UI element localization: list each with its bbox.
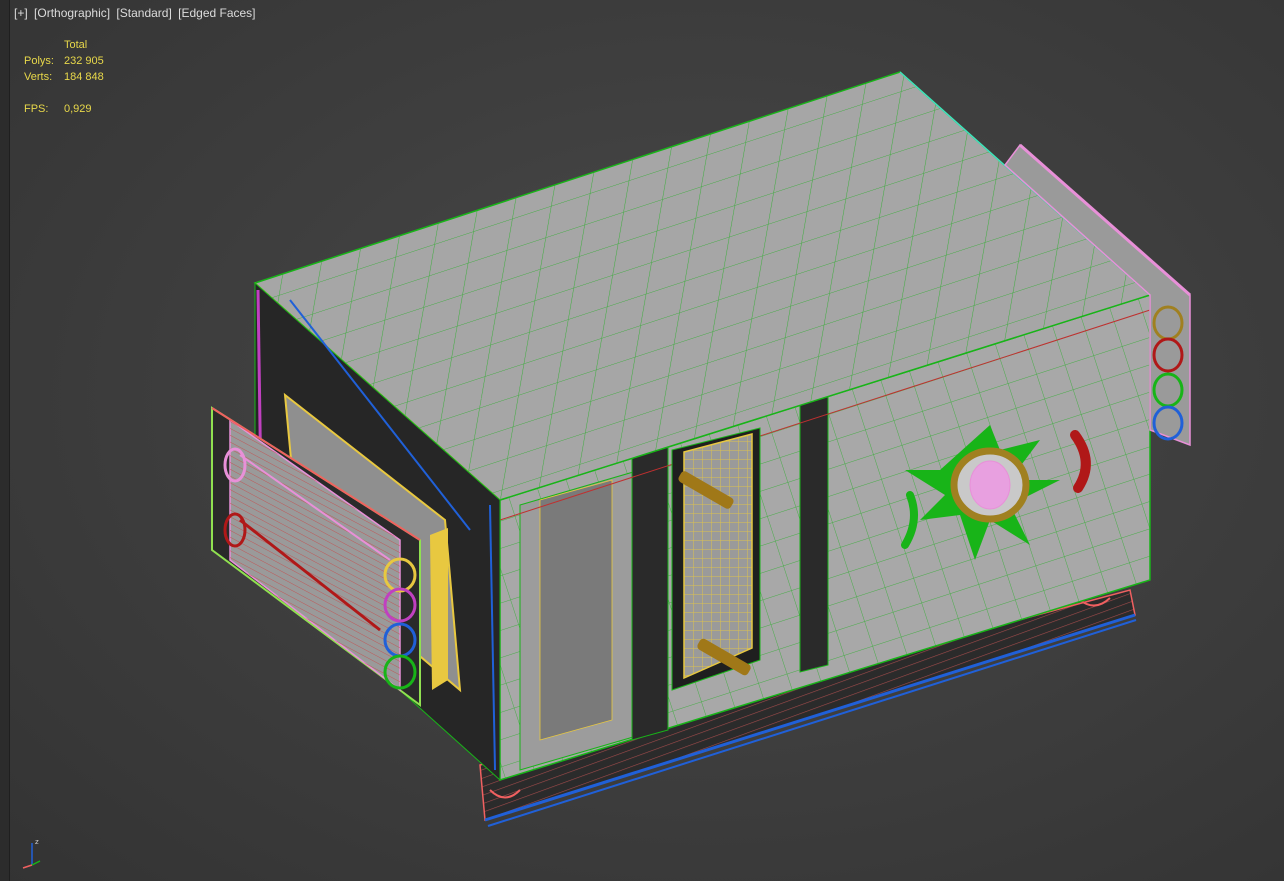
- filter-access-panel[interactable]: [671, 427, 761, 691]
- hvac-unit-model[interactable]: [0, 0, 1284, 881]
- 3d-viewport[interactable]: [+] [Orthographic] [Standard] [Edged Fac…: [0, 0, 1284, 881]
- axis-z-label: z: [35, 838, 39, 846]
- axis-gizmo-icon: z: [22, 838, 41, 869]
